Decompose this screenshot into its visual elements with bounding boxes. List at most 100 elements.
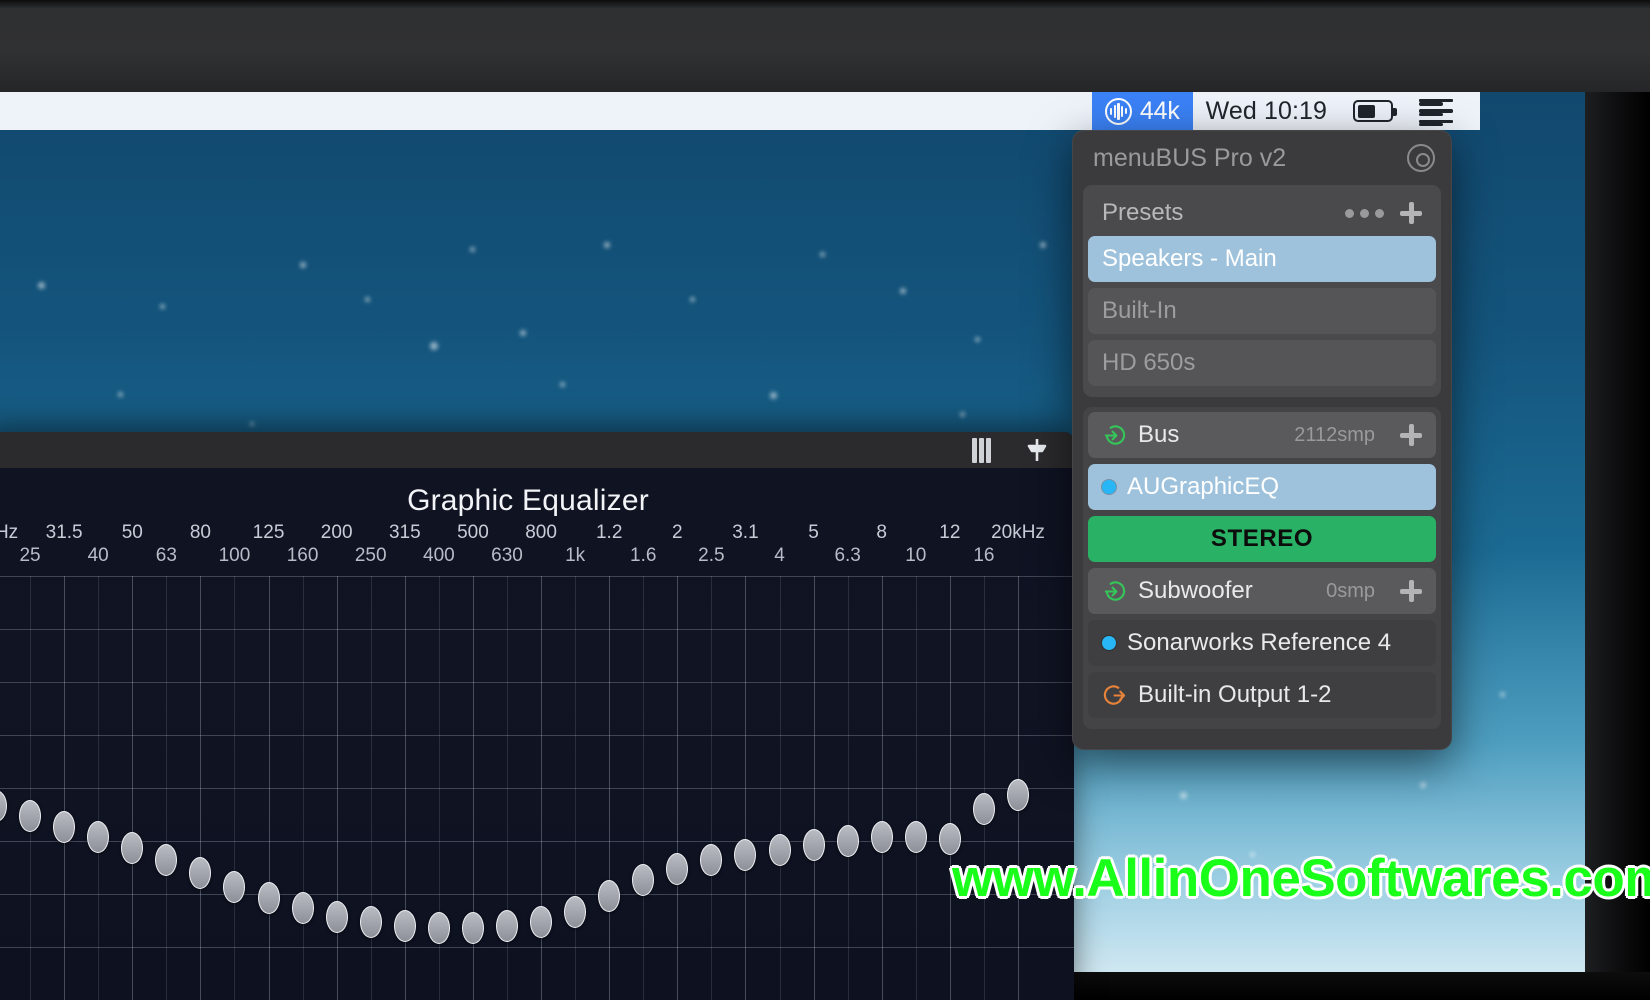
eq-band-handle[interactable] — [53, 810, 76, 843]
chain-bus-label: Subwoofer — [1138, 577, 1253, 604]
eq-band-handle[interactable] — [802, 828, 825, 861]
wallpaper-star — [118, 392, 123, 397]
eq-band-handle[interactable] — [598, 879, 621, 912]
preset-item-label: Speakers - Main — [1102, 245, 1277, 272]
chain-bus-row[interactable]: Bus 2112smp — [1088, 412, 1436, 458]
chain-bus-latency: 0smp — [1326, 579, 1375, 602]
status-dot-icon[interactable] — [1102, 480, 1116, 494]
plus-icon[interactable] — [1400, 424, 1422, 446]
wallpaper-star — [820, 252, 825, 257]
chain-group: Bus 2112smp AUGraphicEQ STEREO Subwoofer 0smp… — [1083, 407, 1441, 729]
eq-band-handle[interactable] — [291, 892, 314, 925]
freq-tick-label: 1.2 — [595, 522, 623, 543]
freq-tick-label: 160 — [286, 545, 319, 566]
freq-tick-label: 500 — [457, 522, 489, 543]
eq-band-handle[interactable] — [189, 856, 212, 889]
eq-band-handle[interactable] — [700, 844, 723, 877]
eq-band-handle[interactable] — [87, 821, 110, 854]
preset-item-2[interactable]: HD 650s — [1088, 340, 1436, 386]
freq-tick-label: 2 — [672, 522, 683, 543]
freq-tick-label: 10 — [905, 545, 927, 566]
eq-band-handle[interactable] — [223, 870, 246, 903]
eq-band-handle[interactable] — [972, 793, 995, 826]
freq-tick-label: 315 — [388, 522, 421, 543]
chain-plugin-row[interactable]: Sonarworks Reference 4 — [1088, 620, 1436, 666]
eq-band-handle[interactable] — [768, 833, 791, 866]
chain-bus-row[interactable]: Subwoofer 0smp — [1088, 568, 1436, 614]
chain-bus-label: Bus — [1138, 421, 1180, 448]
grid-line-horizontal — [0, 788, 1074, 789]
watermark: www.AllinOneSoftwares.com — [952, 849, 1650, 908]
eq-band-handle[interactable] — [121, 832, 144, 865]
chain-plugin-label: Sonarworks Reference 4 — [1127, 629, 1392, 656]
plus-icon[interactable] — [1400, 580, 1422, 602]
wallpaper-star — [365, 297, 370, 302]
eq-band-handle[interactable] — [19, 800, 42, 833]
wallpaper-star — [1180, 792, 1187, 799]
chain-format-badge[interactable]: STEREO — [1088, 516, 1436, 562]
eq-band-handle[interactable] — [496, 909, 518, 942]
chain-plugin-label: AUGraphicEQ — [1127, 473, 1280, 500]
wallpaper-star — [160, 304, 165, 309]
eq-band-handle[interactable] — [325, 900, 348, 933]
eq-band-handle[interactable] — [257, 881, 280, 914]
wallpaper-star — [300, 262, 306, 268]
ellipsis-icon[interactable] — [1345, 208, 1384, 218]
eq-band-handle[interactable] — [666, 853, 689, 886]
freq-tick-label: 50 — [121, 522, 143, 543]
panel-header: menuBUS Pro v2 — [1073, 131, 1451, 185]
grid-line-horizontal — [0, 947, 1074, 948]
freq-tick-label: 5 — [808, 522, 819, 543]
wallpaper-star — [604, 242, 610, 248]
eq-band-handle[interactable] — [904, 821, 927, 854]
freq-tick-label: 63 — [155, 545, 177, 566]
menubar-item-battery[interactable] — [1340, 92, 1406, 130]
clock-label: Wed 10:19 — [1205, 96, 1327, 125]
grid-line-horizontal — [0, 682, 1074, 683]
eq-titlebar — [0, 432, 1074, 468]
eq-band-handle[interactable] — [1007, 779, 1029, 812]
preset-item-1[interactable]: Built-In — [1088, 288, 1436, 334]
wallpaper-star — [1420, 782, 1426, 788]
eq-band-handle[interactable] — [836, 825, 859, 857]
wallpaper-star — [430, 342, 438, 350]
wallpaper-star — [1500, 692, 1505, 697]
freq-tick-label: 31.5 — [45, 522, 83, 543]
wallpaper-star — [250, 422, 254, 426]
eq-band-handle[interactable] — [632, 863, 655, 896]
menubar-item-sample-rate[interactable]: 44k — [1091, 92, 1193, 130]
eq-band-handle[interactable] — [155, 844, 178, 877]
eq-band-handle[interactable] — [530, 906, 553, 939]
freq-tick-label: 40 — [87, 545, 109, 566]
eq-band-handle[interactable] — [564, 895, 587, 928]
plus-icon[interactable] — [1400, 202, 1422, 224]
freq-tick-label: 200 — [320, 522, 353, 543]
menubar-item-clock[interactable]: Wed 10:19 — [1193, 92, 1340, 130]
eq-band-handle[interactable] — [0, 789, 7, 822]
pin-icon[interactable] — [1024, 437, 1050, 463]
grid-line-horizontal — [0, 629, 1074, 630]
wallpaper-star — [560, 382, 565, 387]
display-bezel-top — [0, 0, 1650, 92]
presets-header: Presets — [1088, 190, 1436, 236]
eq-band-handle[interactable] — [427, 911, 450, 944]
freq-tick-label: 250 — [354, 545, 387, 566]
preset-item-0[interactable]: Speakers - Main — [1088, 236, 1436, 282]
eq-band-handle[interactable] — [461, 911, 484, 944]
graphic-equalizer-window: Graphic Equalizer 20Hz31.550801252003155… — [0, 432, 1074, 1000]
chain-output-row[interactable]: Built-in Output 1-2 — [1088, 672, 1436, 718]
eq-band-handle[interactable] — [870, 821, 893, 854]
freq-tick-label: 20Hz — [0, 522, 19, 543]
status-dot-icon[interactable] — [1102, 636, 1116, 650]
menubus-panel: menuBUS Pro v2 Presets Speakers - Main Bu… — [1072, 130, 1452, 750]
wallpaper-star — [900, 288, 906, 294]
piano-keyboard-icon[interactable] — [972, 437, 1002, 463]
eq-band-handle[interactable] — [359, 906, 382, 939]
eq-band-handle[interactable] — [393, 909, 416, 942]
menubar-item-control-center[interactable] — [1406, 92, 1466, 130]
wallpaper-star — [1040, 242, 1046, 248]
gear-icon[interactable] — [1407, 144, 1435, 172]
chain-plugin-row[interactable]: AUGraphicEQ — [1088, 464, 1436, 510]
preset-item-label: HD 650s — [1102, 349, 1196, 376]
eq-band-handle[interactable] — [734, 839, 757, 872]
